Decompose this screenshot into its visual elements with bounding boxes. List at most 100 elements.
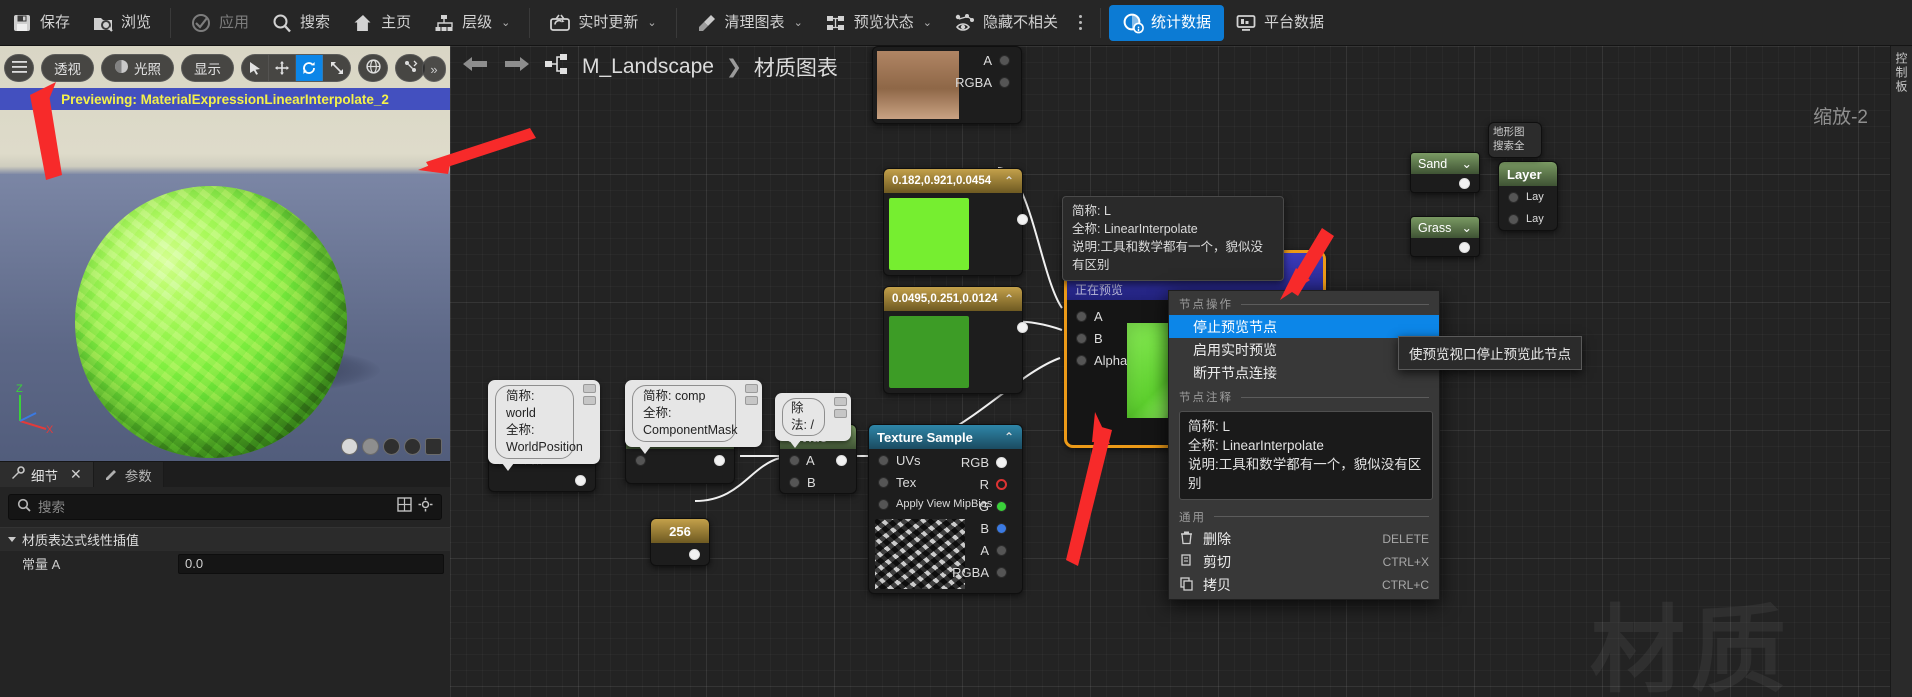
node-constant3-b[interactable]: 0.0495,0.251,0.0124 ⌃ (883, 286, 1028, 394)
node-texture-sample[interactable]: Texture Sample ⌃ UVs Tex Apply View MipB… (868, 424, 1023, 594)
preview-sphere[interactable] (75, 186, 347, 458)
node-out-rgba[interactable]: RGBA (946, 71, 1019, 93)
combo-header[interactable]: Grass ⌄ (1411, 217, 1479, 238)
input-pin[interactable] (878, 498, 889, 510)
viewport-show-button[interactable]: 显示 (181, 54, 234, 82)
details-grid-view-icon[interactable] (397, 497, 412, 517)
toolbar-home-button[interactable]: 主页 (341, 5, 422, 41)
comment-bubble-world[interactable]: 简称: world 全称: WorldPosition (488, 380, 600, 471)
node-pin-row[interactable] (489, 469, 595, 491)
viewport-world-space-button[interactable] (358, 54, 388, 82)
breadcrumb-current[interactable]: 材质图表 (754, 52, 838, 82)
node-header[interactable]: 0.182,0.921,0.0454 ⌃ (884, 169, 1022, 193)
node-pin-row-b[interactable]: B (1067, 327, 1112, 349)
node-constant3-a[interactable]: 0.182,0.921,0.0454 ⌃ (883, 168, 1028, 276)
preview-shape-plane-button[interactable] (383, 438, 400, 455)
comment-bubble-buttons[interactable] (745, 384, 758, 405)
close-icon[interactable]: ✕ (70, 466, 82, 483)
node-pin-row-a[interactable]: A (1067, 305, 1112, 327)
output-pin[interactable] (836, 454, 847, 466)
node-result-preview[interactable]: A RGBA (872, 46, 1022, 124)
node-out-a[interactable]: A (971, 539, 1016, 561)
menu-item-copy[interactable]: 拷贝 CTRL+C (1169, 574, 1439, 597)
preview-shape-sphere-button[interactable] (362, 438, 379, 455)
output-pin[interactable] (996, 478, 1007, 490)
toolbar-save-button[interactable]: 保存 (0, 5, 81, 41)
menu-item-delete[interactable]: 删除 DELETE (1169, 528, 1439, 551)
node-layer[interactable]: Layer Lay Lay (1498, 161, 1558, 231)
tab-parameters[interactable]: 参数 (93, 462, 164, 487)
chevron-up-icon[interactable]: ⌃ (1004, 292, 1014, 306)
node-constant-256[interactable]: 256 (650, 518, 710, 566)
node-out-a[interactable]: A (974, 49, 1019, 71)
scale-gizmo-icon[interactable] (323, 55, 350, 81)
node-pin-row[interactable] (1411, 238, 1479, 256)
chevron-up-icon[interactable]: ⌃ (1305, 262, 1315, 276)
toolbar-apply-button[interactable]: 应用 (179, 5, 260, 41)
node-header[interactable]: 0.0495,0.251,0.0124 ⌃ (884, 287, 1022, 311)
output-pin[interactable] (996, 500, 1007, 512)
details-settings-gear-icon[interactable] (418, 497, 433, 517)
output-pin[interactable] (996, 566, 1007, 578)
node-pin-row[interactable]: Lay (1499, 208, 1557, 230)
details-search-input[interactable] (38, 499, 386, 515)
context-note-field[interactable]: 简称: L 全称: LinearInterpolate 说明:工具和数学都有一个… (1179, 411, 1433, 500)
node-pin-row[interactable] (1411, 174, 1479, 192)
comment-bubble-comp[interactable]: 简称: comp 全称: ComponentMask (625, 380, 762, 454)
output-pin[interactable] (996, 544, 1007, 556)
arrow-right-icon[interactable] (502, 54, 532, 80)
input-pin[interactable] (878, 476, 889, 488)
landscape-search-box[interactable]: 地形图 搜索全 (1488, 122, 1542, 158)
output-pin[interactable] (996, 522, 1007, 534)
viewport-expand-button[interactable]: » (422, 56, 446, 82)
details-property-value[interactable]: 0.0 (178, 553, 444, 574)
node-output-pin[interactable] (1017, 322, 1028, 333)
select-arrow-icon[interactable] (242, 55, 269, 81)
output-pin[interactable] (999, 76, 1010, 88)
output-pin[interactable] (1459, 177, 1470, 189)
chevron-down-icon[interactable]: ⌄ (1462, 156, 1472, 171)
chevron-up-icon[interactable]: ⌃ (1004, 174, 1014, 188)
node-pin-row[interactable]: Lay (1499, 186, 1557, 208)
comment-bubble-divide[interactable]: 除法: / (775, 393, 851, 448)
node-grass[interactable]: Grass ⌄ (1410, 216, 1480, 257)
input-pin[interactable] (1076, 354, 1087, 366)
rotate-gizmo-icon[interactable] (296, 55, 323, 81)
input-pin[interactable] (1076, 310, 1087, 322)
toolbar-stats-button[interactable]: 统计数据 (1109, 4, 1225, 41)
comment-bubble-buttons[interactable] (583, 384, 596, 405)
node-out-rgba[interactable]: RGBA (943, 561, 1016, 583)
combo-header[interactable]: Sand ⌄ (1411, 153, 1479, 174)
toolbar-hierarchy-button[interactable]: 层级 ⌄ (422, 5, 521, 41)
node-out-g[interactable]: G (970, 495, 1016, 517)
viewport-perspective-button[interactable]: 透视 (41, 54, 94, 82)
node-out-r[interactable]: R (971, 473, 1016, 495)
material-preview-viewport[interactable]: Previewing: MaterialExpressionLinearInte… (0, 46, 450, 461)
node-pin-row-a[interactable]: A (780, 449, 856, 471)
preview-shape-cylinder-button[interactable] (341, 438, 358, 455)
output-pin[interactable] (689, 548, 700, 560)
input-pin[interactable] (635, 454, 646, 466)
tab-details[interactable]: 细节 ✕ (0, 462, 94, 487)
node-out-b[interactable]: B (971, 517, 1016, 539)
input-pin[interactable] (1508, 191, 1519, 203)
toolbar-clean-graph-button[interactable]: 清理图表 ⌄ (685, 5, 814, 41)
chevron-down-icon[interactable]: ⌄ (1462, 220, 1472, 235)
node-pin-row[interactable] (651, 543, 709, 565)
node-out-rgb[interactable]: RGB (952, 451, 1016, 473)
move-gizmo-icon[interactable] (269, 55, 296, 81)
node-sand[interactable]: Sand ⌄ (1410, 152, 1480, 193)
output-pin[interactable] (575, 474, 586, 486)
output-pin[interactable] (1459, 241, 1470, 253)
input-pin[interactable] (1508, 213, 1519, 225)
output-pin[interactable] (714, 454, 725, 466)
toolbar-preview-state-button[interactable]: 预览状态 ⌄ (814, 5, 943, 41)
graph-right-rail[interactable]: 控制板 (1890, 46, 1912, 697)
comment-bubble-buttons[interactable] (834, 397, 847, 418)
node-header[interactable]: 256 (651, 519, 709, 543)
chevron-up-icon[interactable]: ⌃ (1004, 430, 1014, 444)
input-pin[interactable] (878, 454, 889, 466)
node-pin-row-alpha[interactable]: Alpha (1067, 349, 1136, 371)
output-pin[interactable] (999, 54, 1010, 66)
arrow-left-icon[interactable] (460, 54, 490, 80)
